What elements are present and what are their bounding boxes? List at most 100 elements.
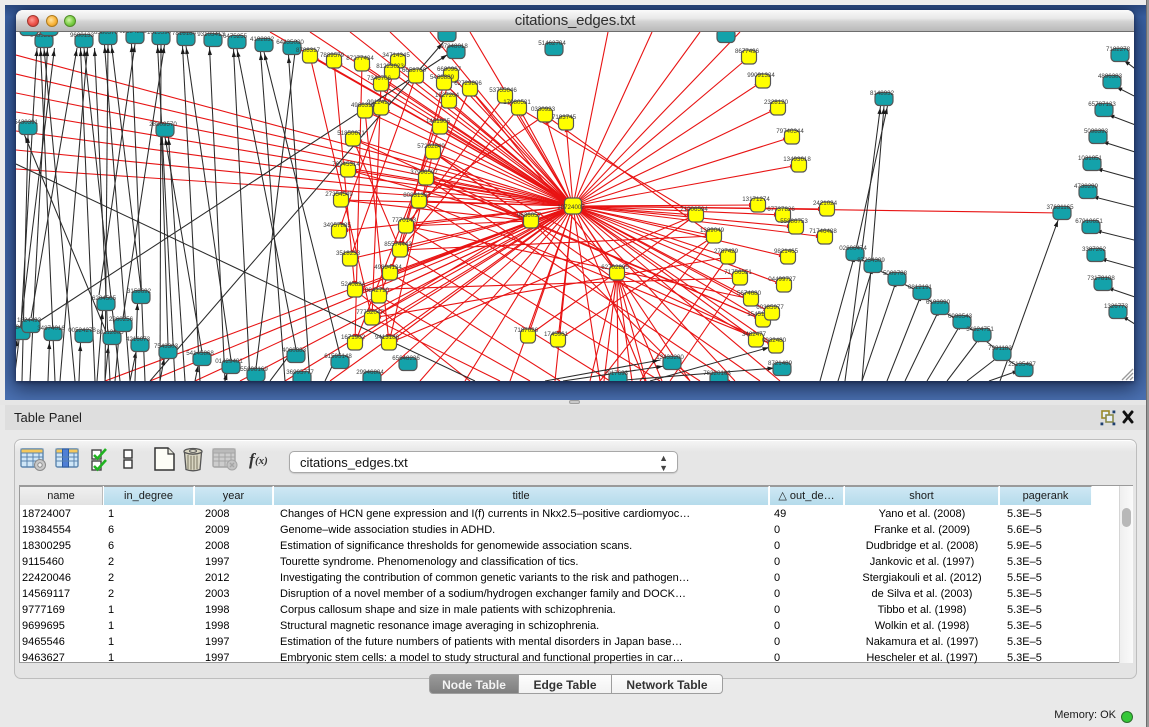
- svg-text:71906594: 71906594: [680, 206, 708, 213]
- svg-text:13171274: 13171274: [742, 196, 770, 203]
- svg-text:97848018: 97848018: [440, 43, 468, 50]
- svg-text:51850671: 51850671: [337, 130, 365, 137]
- svg-text:57262849: 57262849: [417, 143, 445, 150]
- svg-text:96532871: 96532871: [431, 32, 459, 33]
- svg-text:0932480: 0932480: [762, 337, 787, 344]
- svg-text:5466889: 5466889: [430, 74, 455, 81]
- svg-text:71746488: 71746488: [809, 228, 837, 235]
- svg-text:7187026: 7187026: [514, 327, 539, 334]
- svg-text:28809570: 28809570: [149, 121, 177, 128]
- svg-text:3158692: 3158692: [127, 288, 152, 295]
- svg-text:64835030: 64835030: [276, 39, 304, 46]
- svg-text:60385977: 60385977: [756, 304, 784, 311]
- svg-text:27354549: 27354549: [325, 191, 353, 198]
- svg-text:1031051: 1031051: [1078, 155, 1103, 162]
- svg-text:1491905: 1491905: [426, 118, 451, 125]
- svg-text:8677496: 8677496: [735, 48, 760, 55]
- svg-text:04499727: 04499727: [768, 276, 796, 283]
- svg-text:00524278: 00524278: [68, 327, 96, 334]
- svg-text:80831367: 80831367: [403, 192, 431, 199]
- svg-text:1399049: 1399049: [700, 227, 725, 234]
- svg-text:6475255: 6475255: [223, 33, 248, 40]
- svg-text:3518233: 3518233: [336, 250, 361, 257]
- svg-text:5430391: 5430391: [16, 119, 39, 126]
- svg-text:1615594: 1615594: [147, 32, 172, 36]
- svg-text:99091334: 99091334: [747, 72, 775, 79]
- svg-text:7991183: 7991183: [988, 345, 1012, 352]
- svg-text:37996507: 37996507: [410, 169, 438, 176]
- svg-text:3387262: 3387262: [1082, 246, 1107, 253]
- svg-text:4192832: 4192832: [250, 36, 275, 43]
- svg-text:7917693: 7917693: [604, 370, 629, 377]
- svg-text:2328120: 2328120: [764, 99, 789, 106]
- svg-text:18724007: 18724007: [557, 204, 585, 211]
- svg-text:65648236: 65648236: [392, 355, 420, 362]
- svg-text:0330923: 0330923: [531, 106, 556, 113]
- svg-text:4060883: 4060883: [282, 347, 307, 354]
- svg-text:4896383: 4896383: [1098, 73, 1123, 80]
- svg-text:55698169: 55698169: [240, 366, 268, 373]
- svg-text:5009788: 5009788: [883, 270, 908, 277]
- svg-text:6193990: 6193990: [926, 299, 951, 306]
- svg-text:1326773: 1326773: [1104, 303, 1129, 310]
- svg-text:13433200: 13433200: [656, 354, 684, 361]
- svg-text:8386379: 8386379: [94, 32, 119, 36]
- svg-text:5098393: 5098393: [1084, 128, 1109, 135]
- svg-text:51462704: 51462704: [538, 40, 566, 47]
- svg-text:93103413: 93103413: [197, 32, 225, 38]
- svg-text:9821465: 9821465: [774, 248, 799, 255]
- svg-text:4966319: 4966319: [351, 102, 376, 109]
- svg-text:49894134: 49894134: [374, 264, 402, 271]
- svg-text:76945314: 76945314: [332, 161, 360, 168]
- svg-text:02606474: 02606474: [839, 245, 867, 252]
- svg-text:7816184: 7816184: [172, 32, 197, 37]
- svg-text:36995777: 36995777: [286, 369, 314, 376]
- svg-text:9600133: 9600133: [70, 32, 95, 39]
- svg-text:1824493: 1824493: [17, 317, 42, 324]
- svg-text:8148932: 8148932: [870, 90, 895, 97]
- svg-text:25135427: 25135427: [1008, 361, 1036, 368]
- svg-text:7543303: 7543303: [154, 343, 179, 350]
- svg-text:4738299: 4738299: [1074, 183, 1099, 190]
- svg-text:67737826: 67737826: [767, 206, 795, 213]
- svg-text:1745961: 1745961: [544, 331, 569, 338]
- svg-text:(x): (x): [255, 455, 268, 467]
- svg-text:6998543: 6998543: [948, 313, 973, 320]
- svg-text:37631165: 37631165: [1046, 204, 1074, 211]
- svg-text:71756551: 71756551: [724, 269, 752, 276]
- svg-text:2787429: 2787429: [714, 248, 739, 255]
- svg-text:34714345: 34714345: [382, 52, 410, 59]
- svg-text:2421024: 2421024: [813, 200, 838, 207]
- svg-text:13493618: 13493618: [783, 156, 811, 163]
- svg-text:9413186: 9413186: [375, 334, 400, 341]
- svg-text:6658760: 6658760: [402, 67, 427, 74]
- svg-text:54145868: 54145868: [186, 350, 214, 357]
- svg-text:73178108: 73178108: [1087, 275, 1115, 282]
- svg-text:5674680: 5674680: [737, 290, 762, 297]
- svg-text:0842710: 0842710: [365, 287, 390, 294]
- svg-text:7346706: 7346706: [367, 75, 392, 82]
- svg-text:17080531: 17080531: [503, 99, 531, 106]
- svg-text:65787133: 65787133: [1088, 101, 1116, 108]
- svg-text:55886753: 55886753: [780, 218, 808, 225]
- svg-text:79740344: 79740344: [776, 128, 804, 135]
- svg-text:8708317: 8708317: [296, 47, 321, 54]
- svg-text:77752047: 77752047: [356, 309, 384, 316]
- svg-text:1226916: 1226916: [712, 32, 737, 34]
- svg-text:67010651: 67010651: [1075, 218, 1103, 225]
- svg-text:87277434: 87277434: [346, 55, 374, 62]
- svg-text:5240824: 5240824: [341, 281, 366, 288]
- svg-text:1627204: 1627204: [435, 92, 460, 99]
- svg-text:9636057: 9636057: [517, 212, 542, 219]
- svg-text:61595148: 61595148: [324, 353, 352, 360]
- svg-text:4216073: 4216073: [126, 336, 151, 343]
- svg-text:7193745: 7193745: [552, 114, 577, 121]
- svg-text:34957885: 34957885: [323, 222, 351, 229]
- svg-text:7889579: 7889579: [320, 52, 345, 59]
- svg-text:7770143: 7770143: [392, 217, 417, 224]
- svg-text:62729806: 62729806: [454, 80, 482, 87]
- svg-text:34624751: 34624751: [966, 326, 994, 333]
- svg-text:7182278: 7182278: [1106, 46, 1131, 53]
- svg-text:8721489: 8721489: [768, 360, 793, 367]
- svg-text:1671902: 1671902: [341, 334, 366, 341]
